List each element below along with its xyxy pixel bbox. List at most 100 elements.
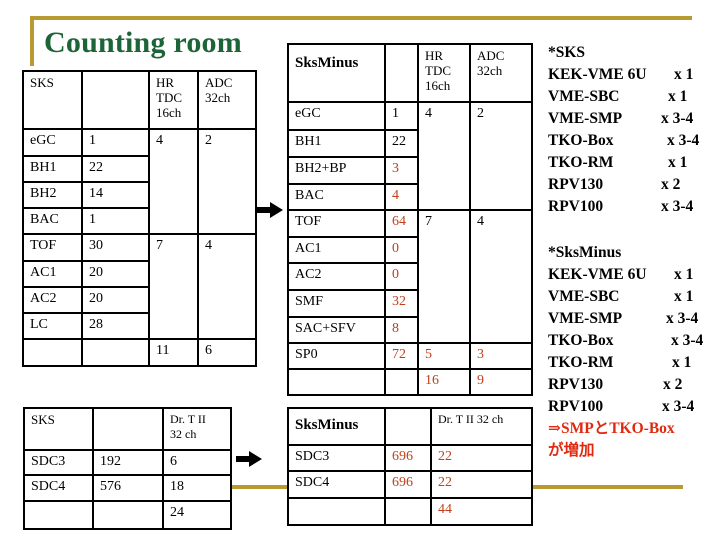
adc-count: 2 (469, 101, 533, 211)
module-item: VME-SMP x 3-4 (548, 110, 694, 127)
chamber-name: SDC3 (23, 449, 94, 476)
detector-name: eGC (22, 128, 83, 157)
detector-name: LC (22, 312, 83, 340)
channel-count: 28 (81, 312, 150, 340)
detector-name: eGC (287, 101, 386, 131)
channel-count: 20 (81, 260, 150, 288)
module-item: KEK-VME 6U x 1 (548, 66, 694, 83)
hrtdc-count: 7 (148, 233, 199, 340)
channel-count: 1 (81, 207, 150, 235)
sksminus-module-list: *SksMinus KEK-VME 6U x 1 VME-SBC x 1 VME-S… (548, 242, 703, 462)
module-item: VME-SBC x 1 (548, 288, 694, 305)
hrtdc-count: 4 (417, 101, 471, 211)
module-item: TKO-RM x 1 (548, 354, 692, 371)
channel-count: 4 (384, 183, 419, 211)
channel-count: 1 (81, 128, 150, 157)
module-item: RPV100 x 3-4 (548, 198, 694, 215)
total-blank (287, 368, 386, 396)
adc-count: 4 (469, 209, 533, 344)
detector-name: AC1 (287, 236, 386, 264)
detector-name: AC2 (22, 286, 83, 314)
module-item: VME-SMP x 3-4 (548, 310, 699, 327)
channel-count: 30 (81, 233, 150, 262)
channel-count: 22 (81, 155, 150, 183)
channel-count: 1 (384, 101, 419, 131)
header-drift-tdc: Dr. T II 32 ch (162, 407, 232, 451)
total-blank (384, 368, 419, 396)
channel-count: 22 (384, 129, 419, 158)
channel-count: 0 (384, 262, 419, 291)
detector-name: BH1 (22, 155, 83, 183)
total-blank (384, 497, 432, 526)
header-drift-tdc: Dr. T II 32 ch (430, 407, 533, 446)
sks-drift-table: SKS Dr. T II 32 ch SDC3 192 6 SDC4 576 18… (23, 407, 232, 530)
sksminus-readout-table: SksMinus HR TDC 16ch ADC 32ch eGC 1 4 2 BH1… (287, 43, 533, 396)
sksminus-module-heading: *SksMinus (548, 244, 622, 261)
sksminus-table-title: SksMinus (287, 43, 386, 103)
header-adc: ADC 32ch (469, 43, 533, 103)
sksminus-drift-title: SksMinus (287, 407, 386, 446)
wire-count: 576 (92, 474, 164, 502)
sks-drift-title: SKS (23, 407, 94, 451)
detector-name: BH2+BP (287, 156, 386, 185)
chamber-name: SDC4 (23, 474, 94, 502)
top-accent-line (30, 16, 692, 20)
arrow-right-icon (236, 451, 262, 467)
sks-module-heading: *SKS (548, 44, 586, 61)
drift-tdc-total: 44 (430, 497, 533, 526)
drift-tdc-count: 22 (430, 444, 533, 472)
detector-name: SP0 (287, 342, 386, 370)
total-blank (23, 500, 94, 530)
detector-name: AC1 (22, 260, 83, 288)
channel-count: 32 (384, 289, 419, 318)
detector-name: SAC+SFV (287, 316, 386, 344)
detector-name: BAC (287, 183, 386, 211)
module-item: VME-SBC x 1 (548, 88, 688, 105)
detector-name: TOF (22, 233, 83, 262)
adc-count: 4 (197, 233, 257, 340)
drift-tdc-count: 6 (162, 449, 232, 476)
detector-name: BH1 (287, 129, 386, 158)
page-title: Counting room (44, 26, 242, 59)
detector-name: BH2 (22, 181, 83, 209)
wire-count: 696 (384, 444, 432, 472)
sks-table-title: SKS (22, 70, 83, 130)
detector-name: SMF (287, 289, 386, 318)
module-item: RPV100 x 3-4 (548, 398, 695, 415)
channel-count: 64 (384, 209, 419, 238)
header-hrtdc: HR TDC 16ch (148, 70, 199, 130)
channel-count: 20 (81, 286, 150, 314)
wire-count: 192 (92, 449, 164, 476)
adc-total: 6 (197, 338, 257, 367)
header-adc: ADC 32ch (197, 70, 257, 130)
detector-name: BAC (22, 207, 83, 235)
module-item: TKO-RM x 1 (548, 154, 688, 171)
left-accent-line (30, 16, 34, 66)
chamber-name: SDC3 (287, 444, 386, 472)
drift-tdc-count: 22 (430, 470, 533, 499)
header-blank (92, 407, 164, 451)
sks-module-list: *SKS KEK-VME 6U x 1 VME-SBC x 1 VME-SMP x 3… (548, 42, 699, 218)
change-note: が増加 (548, 442, 595, 459)
drift-tdc-total: 24 (162, 500, 232, 530)
hrtdc-count: 4 (148, 128, 199, 235)
module-item: KEK-VME 6U x 1 (548, 266, 694, 283)
adc-count: 2 (197, 128, 257, 235)
change-note: ⇒SMPとTKO-Box (548, 420, 675, 437)
total-blank (287, 497, 386, 526)
hrtdc-count: 5 (417, 342, 471, 370)
total-blank (81, 338, 150, 367)
hrtdc-total: 16 (417, 368, 471, 396)
header-blank (384, 43, 419, 103)
channel-count: 3 (384, 156, 419, 185)
channel-count: 14 (81, 181, 150, 209)
module-item: RPV130 x 2 (548, 376, 683, 393)
drift-tdc-count: 18 (162, 474, 232, 502)
total-blank (92, 500, 164, 530)
hrtdc-count: 7 (417, 209, 471, 344)
detector-name: TOF (287, 209, 386, 238)
arrow-right-icon (257, 202, 283, 218)
hrtdc-total: 11 (148, 338, 199, 367)
module-item: TKO-Box x 3-4 (548, 132, 700, 149)
adc-count: 3 (469, 342, 533, 370)
